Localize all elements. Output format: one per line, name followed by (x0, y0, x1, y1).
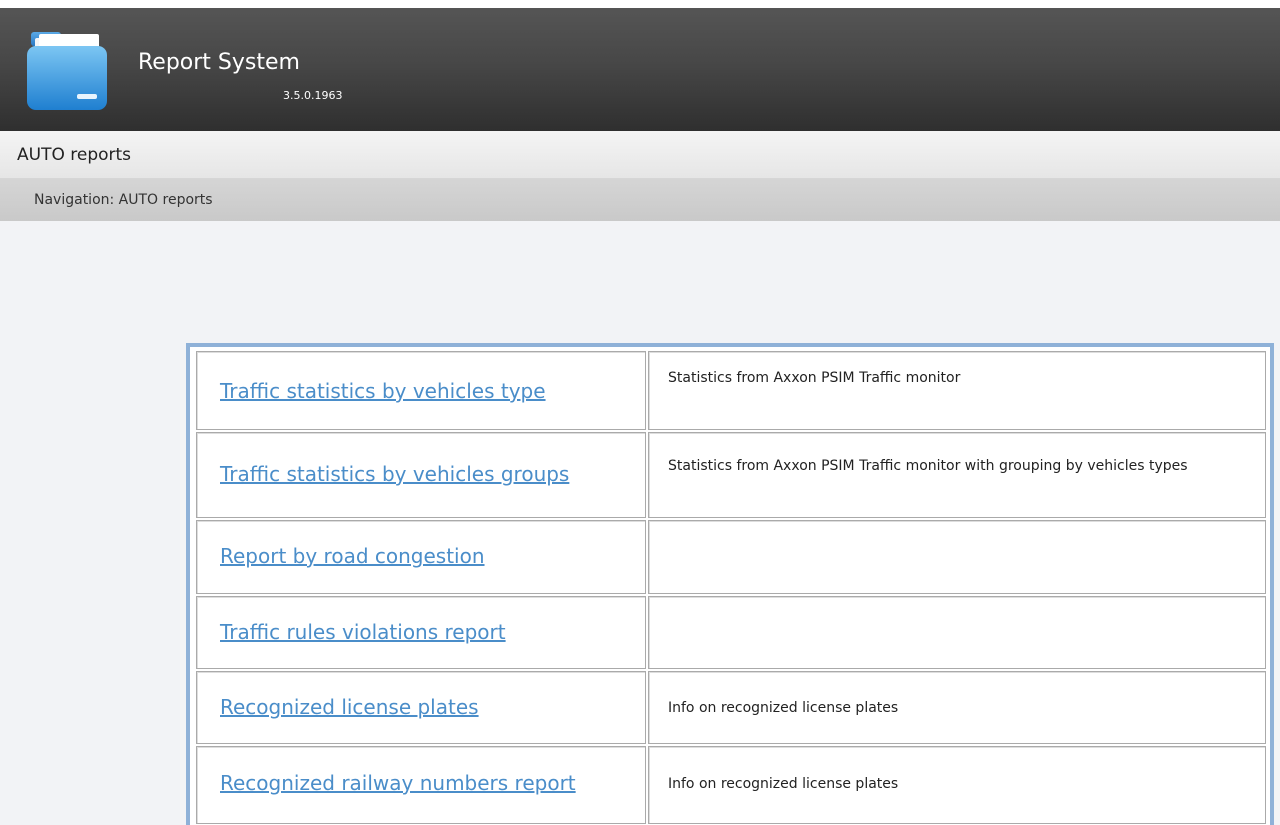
section-bar (0, 131, 1280, 179)
report-description: Statistics from Axxon PSIM Traffic monit… (668, 458, 1188, 474)
app-header: Report System 3.5.0.1963 (0, 0, 1280, 131)
table-row: Traffic statistics by vehicles type Stat… (190, 351, 1270, 430)
table-row: Traffic statistics by vehicles groups St… (190, 432, 1270, 518)
report-name-cell: Report by road congestion (196, 520, 646, 594)
report-description: Statistics from Axxon PSIM Traffic monit… (668, 370, 961, 386)
report-description-cell: Info on recognized license plates (648, 746, 1266, 824)
report-name-cell: Traffic statistics by vehicles type (196, 351, 646, 430)
report-link[interactable]: Recognized license plates (220, 695, 479, 719)
report-description-cell (648, 596, 1266, 669)
report-description-cell: Info on recognized license plates (648, 671, 1266, 744)
section-title: AUTO reports (17, 145, 132, 165)
app-version: 3.5.0.1963 (283, 89, 343, 102)
table-row: Recognized railway numbers report Info o… (190, 746, 1270, 824)
report-description: Info on recognized license plates (668, 776, 899, 792)
report-description-cell (648, 520, 1266, 594)
report-name-cell: Recognized license plates (196, 671, 646, 744)
report-description: Info on recognized license plates (668, 700, 899, 716)
table-row: Report by road congestion (190, 520, 1270, 594)
report-description-cell: Statistics from Axxon PSIM Traffic monit… (648, 432, 1266, 518)
report-link[interactable]: Recognized railway numbers report (220, 771, 576, 795)
report-link[interactable]: Traffic statistics by vehicles groups (220, 462, 569, 486)
app-title: Report System (138, 50, 300, 75)
reports-table: Traffic statistics by vehicles type Stat… (186, 343, 1274, 825)
report-description-cell: Statistics from Axxon PSIM Traffic monit… (648, 351, 1266, 430)
report-link[interactable]: Traffic statistics by vehicles type (220, 379, 546, 403)
table-row: Recognized license plates Info on recogn… (190, 671, 1270, 744)
breadcrumb: Navigation: AUTO reports (34, 192, 213, 208)
report-name-cell: Traffic rules violations report (196, 596, 646, 669)
report-link[interactable]: Report by road congestion (220, 544, 485, 568)
report-link[interactable]: Traffic rules violations report (220, 620, 506, 644)
report-name-cell: Traffic statistics by vehicles groups (196, 432, 646, 518)
folder-icon (27, 32, 107, 110)
table-row: Traffic rules violations report (190, 596, 1270, 669)
report-name-cell: Recognized railway numbers report (196, 746, 646, 824)
